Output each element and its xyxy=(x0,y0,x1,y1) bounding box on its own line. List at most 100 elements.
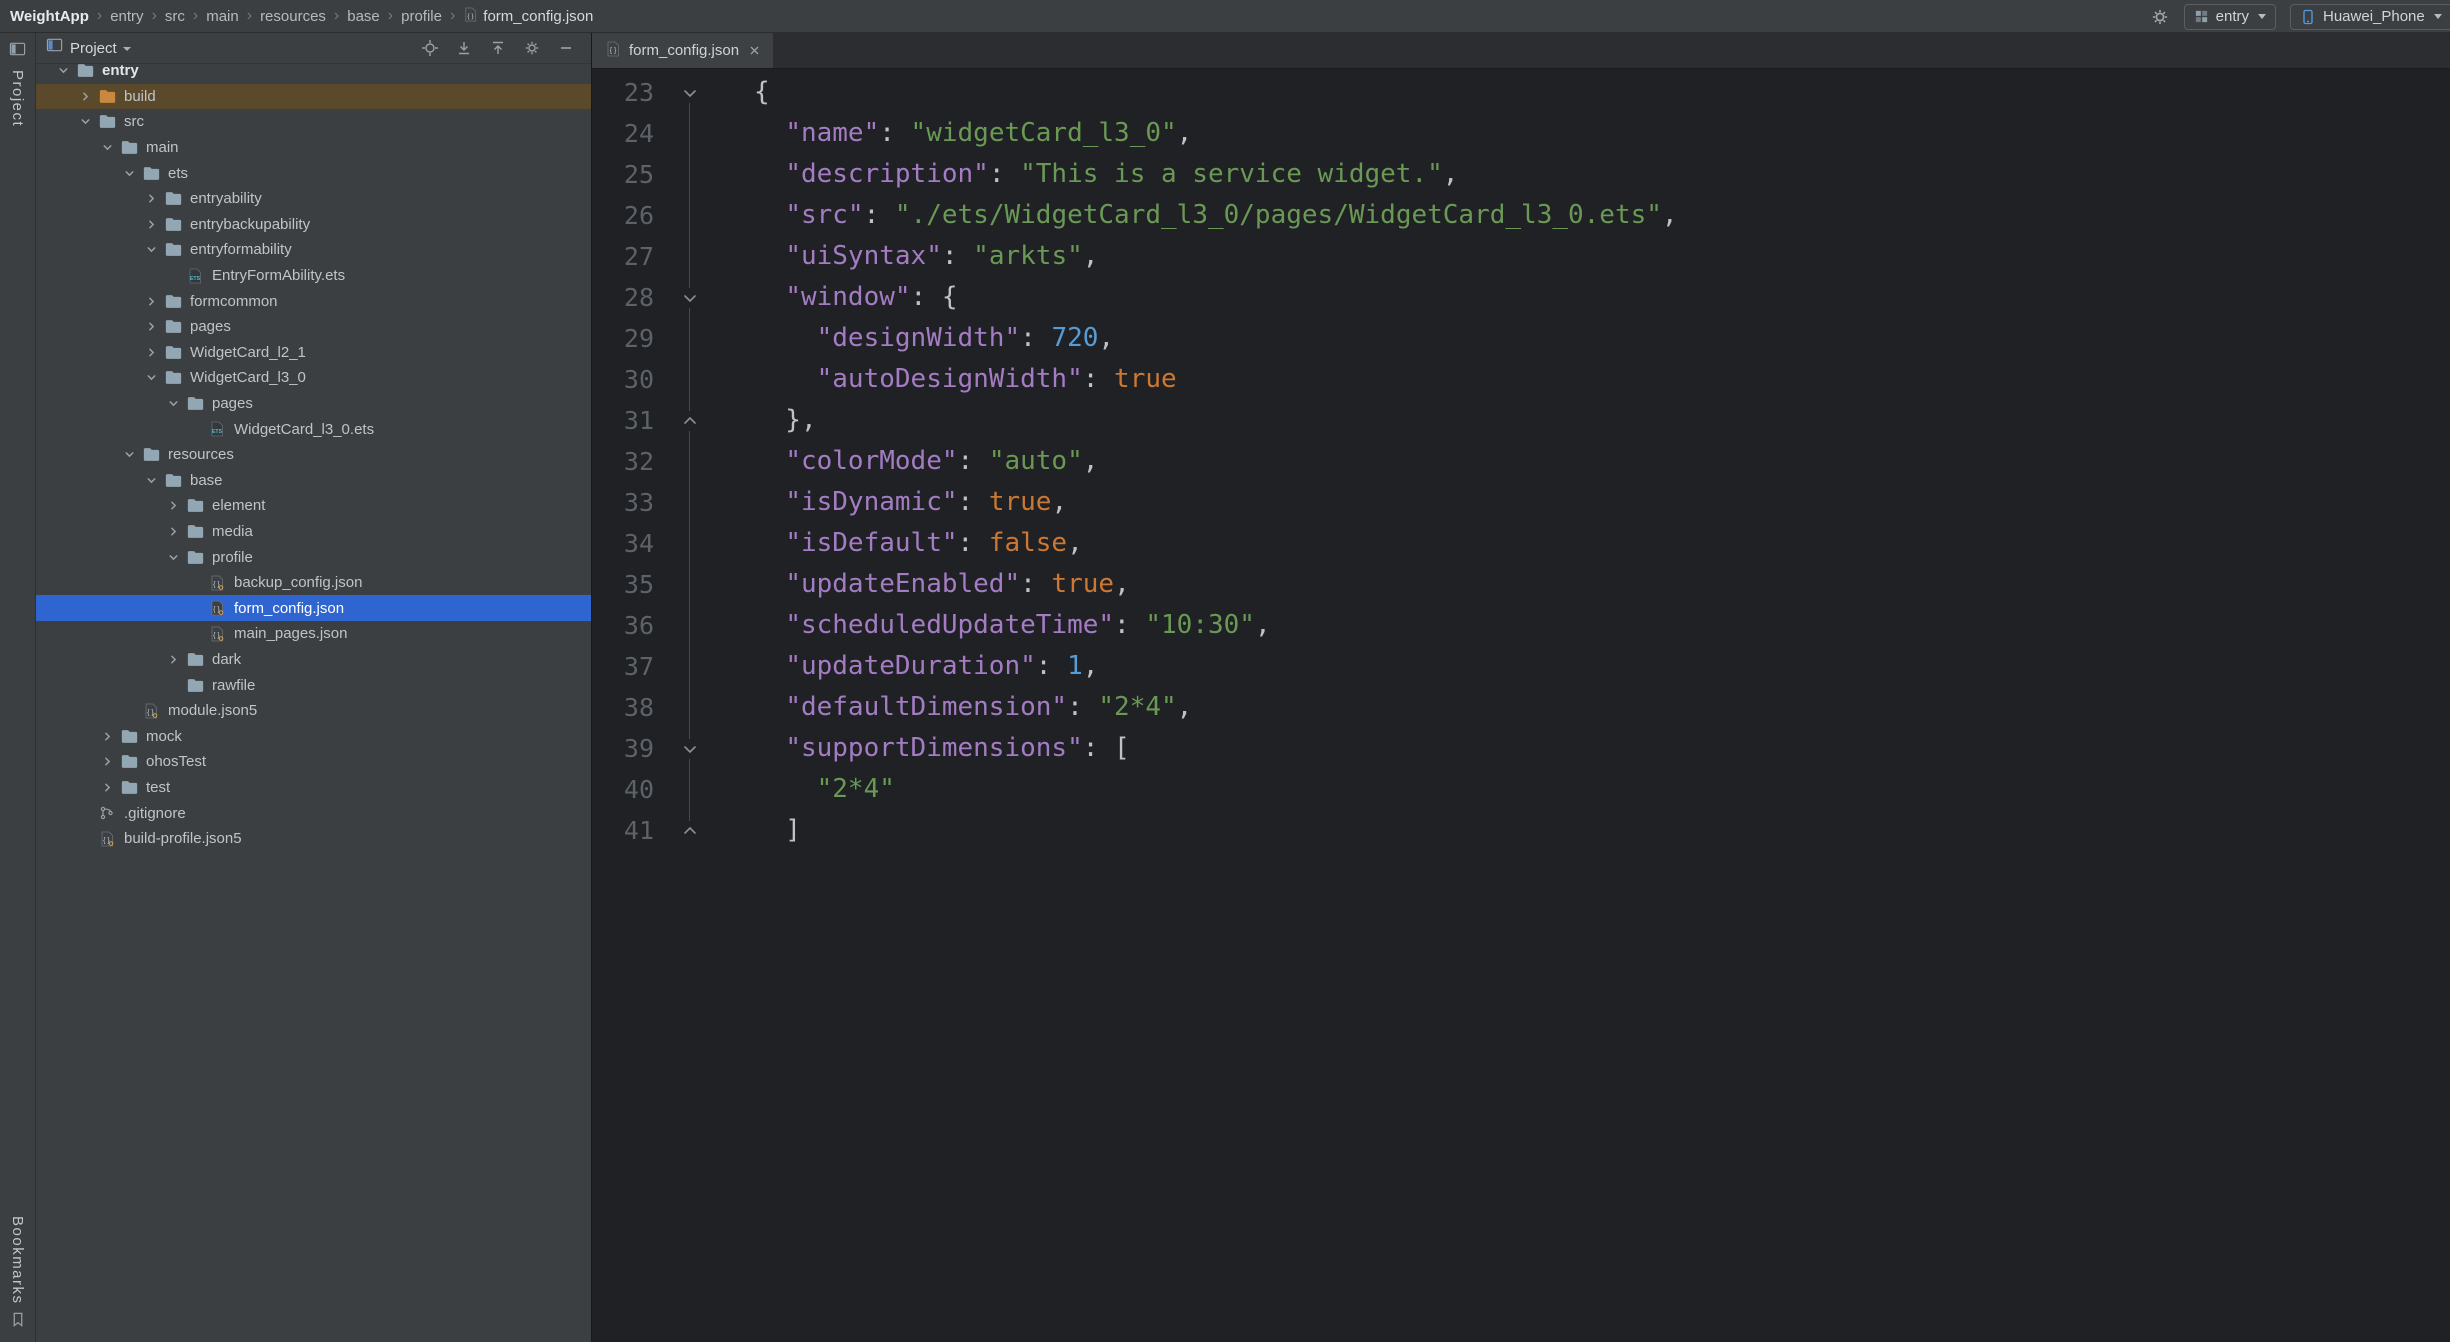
tool-window-button-project[interactable]: Project xyxy=(9,41,26,127)
tree-item-entryformability-ets[interactable]: ETSEntryFormAbility.ets xyxy=(36,263,591,289)
collapse-all-icon[interactable] xyxy=(489,39,507,57)
editor-line-24[interactable]: 24 "name": "widgetCard_l3_0", xyxy=(592,113,2450,154)
editor-line-36[interactable]: 36 "scheduledUpdateTime": "10:30", xyxy=(592,605,2450,646)
editor-line-28[interactable]: 28 "window": { xyxy=(592,277,2450,318)
tree-item-pages[interactable]: pages xyxy=(36,314,591,340)
expand-all-icon[interactable] xyxy=(455,39,473,57)
chevron-right-icon[interactable] xyxy=(140,295,162,308)
chevron-down-icon[interactable] xyxy=(52,64,74,77)
tree-item-rawfile[interactable]: rawfile xyxy=(36,672,591,698)
device-select[interactable]: Huawei_Phone xyxy=(2290,4,2450,30)
tree-item-entryformability[interactable]: entryformability xyxy=(36,237,591,263)
editor-line-29[interactable]: 29 "designWidth": 720, xyxy=(592,318,2450,359)
project-panel-title[interactable]: Project xyxy=(70,40,117,57)
chevron-right-icon[interactable] xyxy=(162,525,184,538)
chevron-right-icon[interactable] xyxy=(140,320,162,333)
hide-panel-icon[interactable] xyxy=(557,39,575,57)
chevron-right-icon[interactable] xyxy=(140,346,162,359)
fold-region-start-icon[interactable] xyxy=(654,739,726,759)
chevron-down-icon[interactable] xyxy=(140,474,162,487)
tree-item-pages[interactable]: pages xyxy=(36,391,591,417)
chevron-right-icon[interactable] xyxy=(162,653,184,666)
select-opened-file-icon[interactable] xyxy=(421,39,439,57)
tree-item-src[interactable]: src xyxy=(36,109,591,135)
editor-line-34[interactable]: 34 "isDefault": false, xyxy=(592,523,2450,564)
editor-line-27[interactable]: 27 "uiSyntax": "arkts", xyxy=(592,236,2450,277)
tree-item-ets[interactable]: ets xyxy=(36,160,591,186)
editor-line-25[interactable]: 25 "description": "This is a service wid… xyxy=(592,154,2450,195)
chevron-down-icon[interactable] xyxy=(140,243,162,256)
chevron-right-icon[interactable] xyxy=(140,218,162,231)
chevron-down-icon[interactable] xyxy=(162,551,184,564)
chevron-right-icon[interactable] xyxy=(96,755,118,768)
code-editor[interactable]: 23{24 "name": "widgetCard_l3_0",25 "desc… xyxy=(592,69,2450,1342)
tree-item-mock[interactable]: mock xyxy=(36,723,591,749)
chevron-right-icon[interactable] xyxy=(140,192,162,205)
tree-item-test[interactable]: test xyxy=(36,775,591,801)
tree-item-element[interactable]: element xyxy=(36,493,591,519)
tree-item-entryability[interactable]: entryability xyxy=(36,186,591,212)
editor-line-38[interactable]: 38 "defaultDimension": "2*4", xyxy=(592,687,2450,728)
fold-region-end-icon[interactable] xyxy=(654,821,726,841)
tree-item-formcommon[interactable]: formcommon xyxy=(36,288,591,314)
editor-line-32[interactable]: 32 "colorMode": "auto", xyxy=(592,441,2450,482)
tree-item-widgetcard-l3-0-ets[interactable]: ETSWidgetCard_l3_0.ets xyxy=(36,416,591,442)
tree-item-media[interactable]: media xyxy=(36,519,591,545)
editor-tab-form-config[interactable]: { } form_config.json xyxy=(592,33,773,68)
tree-item-widgetcard-l3-0[interactable]: WidgetCard_l3_0 xyxy=(36,365,591,391)
editor-line-39[interactable]: 39 "supportDimensions": [ xyxy=(592,728,2450,769)
tree-item-resources[interactable]: resources xyxy=(36,442,591,468)
breadcrumb-item-base[interactable]: base xyxy=(347,8,380,25)
tree-item-ohostest[interactable]: ohosTest xyxy=(36,749,591,775)
chevron-right-icon[interactable] xyxy=(162,499,184,512)
tree-item-profile[interactable]: profile xyxy=(36,544,591,570)
tree-item-main[interactable]: main xyxy=(36,135,591,161)
fold-region-end-icon[interactable] xyxy=(654,411,726,431)
editor-line-30[interactable]: 30 "autoDesignWidth": true xyxy=(592,359,2450,400)
run-config-select[interactable]: entry xyxy=(2184,4,2276,30)
chevron-down-icon[interactable] xyxy=(96,141,118,154)
chevron-down-icon[interactable] xyxy=(140,371,162,384)
chevron-right-icon[interactable] xyxy=(74,90,96,103)
tree-item-module-json5[interactable]: { }module.json5 xyxy=(36,698,591,724)
breadcrumb-app[interactable]: WeightApp xyxy=(10,8,89,25)
chevron-down-icon[interactable] xyxy=(118,448,140,461)
chevron-down-icon[interactable] xyxy=(74,115,96,128)
editor-line-41[interactable]: 41 ] xyxy=(592,810,2450,851)
tree-item-main-pages-json[interactable]: { }main_pages.json xyxy=(36,621,591,647)
fold-region-start-icon[interactable] xyxy=(654,288,726,308)
breadcrumb-item-profile[interactable]: profile xyxy=(401,8,442,25)
tree-item-form-config-json[interactable]: { }form_config.json xyxy=(36,595,591,621)
settings-gear-icon[interactable] xyxy=(2150,7,2170,27)
tree-item-build-profile-json5[interactable]: { }build-profile.json5 xyxy=(36,826,591,852)
tree-item-base[interactable]: base xyxy=(36,468,591,494)
editor-line-31[interactable]: 31 }, xyxy=(592,400,2450,441)
editor-line-23[interactable]: 23{ xyxy=(592,72,2450,113)
editor-line-37[interactable]: 37 "updateDuration": 1, xyxy=(592,646,2450,687)
chevron-right-icon[interactable] xyxy=(96,730,118,743)
breadcrumb-file[interactable]: { }form_config.json xyxy=(463,7,593,26)
tree-item-widgetcard-l2-1[interactable]: WidgetCard_l2_1 xyxy=(36,340,591,366)
editor-line-33[interactable]: 33 "isDynamic": true, xyxy=(592,482,2450,523)
chevron-down-icon[interactable] xyxy=(118,167,140,180)
editor-line-40[interactable]: 40 "2*4" xyxy=(592,769,2450,810)
tree-item-entrybackupability[interactable]: entrybackupability xyxy=(36,212,591,238)
tree-item-label: test xyxy=(146,779,170,796)
close-tab-icon[interactable] xyxy=(749,45,760,56)
fold-region-start-icon[interactable] xyxy=(654,83,726,103)
settings-gear-icon[interactable] xyxy=(523,39,541,57)
breadcrumb-item-resources[interactable]: resources xyxy=(260,8,326,25)
chevron-right-icon[interactable] xyxy=(96,781,118,794)
tree-item-gitignore[interactable]: .gitignore xyxy=(36,800,591,826)
editor-line-35[interactable]: 35 "updateEnabled": true, xyxy=(592,564,2450,605)
tree-item-dark[interactable]: dark xyxy=(36,647,591,673)
tree-item-backup-config-json[interactable]: { }backup_config.json xyxy=(36,570,591,596)
breadcrumb-item-entry[interactable]: entry xyxy=(110,8,143,25)
tree-item-build[interactable]: build xyxy=(36,84,591,110)
breadcrumb-item-src[interactable]: src xyxy=(165,8,185,25)
editor-line-26[interactable]: 26 "src": "./ets/WidgetCard_l3_0/pages/W… xyxy=(592,195,2450,236)
tool-window-button-bookmarks[interactable]: Bookmarks xyxy=(9,1216,26,1332)
chevron-down-icon[interactable] xyxy=(123,47,131,51)
breadcrumb-item-main[interactable]: main xyxy=(206,8,239,25)
chevron-down-icon[interactable] xyxy=(162,397,184,410)
